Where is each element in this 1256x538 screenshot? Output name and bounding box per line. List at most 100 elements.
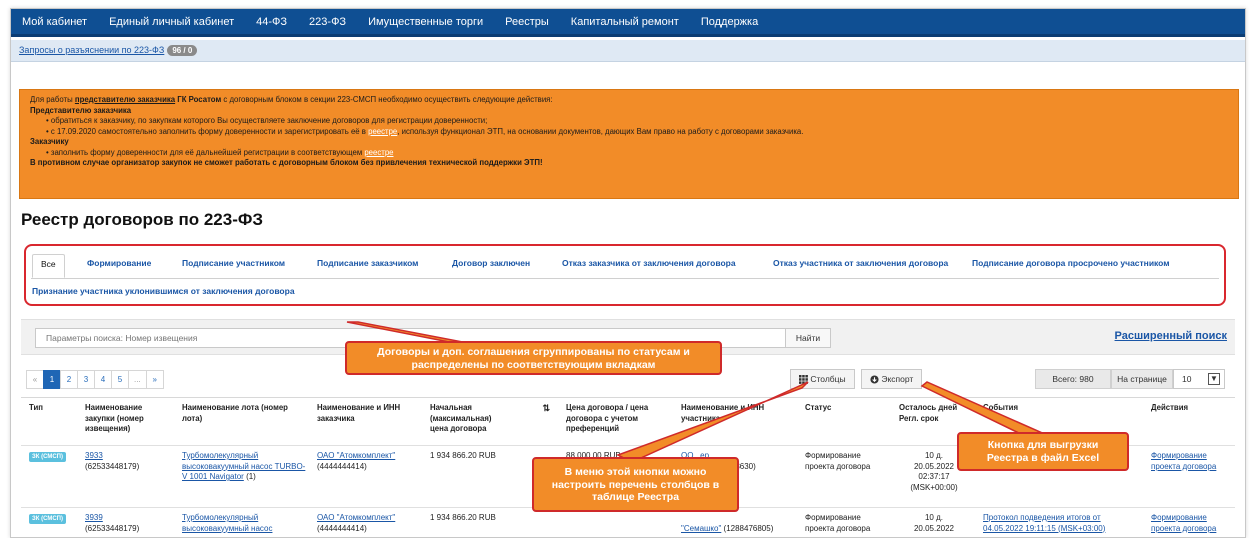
procurement-number: (62533448179) <box>85 461 140 471</box>
pager-ellipsis[interactable]: ... <box>128 370 147 389</box>
pager-page-1[interactable]: 1 <box>43 370 61 389</box>
procurement-link[interactable]: 3939 <box>85 513 103 522</box>
total-count: Всего: 980 <box>1035 369 1111 389</box>
col-type[interactable]: Тип <box>29 403 69 414</box>
customer-link[interactable]: ОАО "Атомкомплект" <box>317 451 395 460</box>
status-text: Формирование проекта договора <box>805 451 871 471</box>
col-start-price-label: Начальная (максимальная) цена договора <box>430 403 492 433</box>
registry-link-2[interactable]: реестре <box>364 148 393 157</box>
alert-representative-item-2: • с 17.09.2020 самостоятельно заполнить … <box>30 127 1228 138</box>
top-navbar: Мой кабинет Единый личный кабинет 44-ФЗ … <box>11 9 1245 37</box>
col-procurement[interactable]: Наименование закупки (номер извещения) <box>85 403 165 435</box>
tab-evasion[interactable]: Признание участника уклонившимся от закл… <box>32 286 295 296</box>
customer-cell: ОАО "Атомкомплект" (4444444414) <box>317 451 437 472</box>
event-link[interactable]: Протокол подведения итогов от 04.05.2022… <box>983 513 1105 533</box>
lot-link[interactable]: Турбомолекулярный высоковакуумный насос <box>182 513 272 533</box>
nav-44fz[interactable]: 44-ФЗ <box>245 9 298 34</box>
deadline-date: 20.05.2022 <box>913 461 955 471</box>
days-left-cell: 10 д. 20.05.2022 <box>899 513 969 534</box>
export-callout: Кнопка для выгрузки Реестра в файл Excel <box>957 432 1129 471</box>
tab-all[interactable]: Все <box>32 254 65 278</box>
col-actions[interactable]: Действия <box>1151 403 1231 414</box>
columns-button[interactable]: Столбцы <box>790 369 855 389</box>
tabs-callout: Договоры и доп. соглашения сгруппированы… <box>345 341 722 375</box>
grid-icon <box>799 374 808 385</box>
start-price: 1 934 866.20 RUB <box>430 513 496 522</box>
pager-next[interactable]: » <box>145 370 164 389</box>
pager-page-2[interactable]: 2 <box>60 370 78 389</box>
sub-strip: Запросы о разъяснении по 223-ФЗ 96 / 0 <box>11 40 1245 62</box>
alert-warning: В противном случае организатор закупок н… <box>30 158 543 167</box>
alert-intro-post: с договорным блоком в секции 223-СМСП не… <box>221 95 553 104</box>
customer-representative-link[interactable]: представителю заказчика <box>75 95 175 104</box>
type-badge: ЗК (СМСП) <box>29 514 66 524</box>
nav-property-auctions[interactable]: Имущественные торги <box>357 9 494 34</box>
customer-cell: ОАО "Атомкомплект" (4444444414) <box>317 513 437 534</box>
lot-cell: Турбомолекулярный высоковакуумный насос … <box>182 451 307 483</box>
procurement-link[interactable]: 3933 <box>85 451 103 460</box>
per-page-select[interactable]: 10 ▼ <box>1173 369 1225 389</box>
customer-link[interactable]: ОАО "Атомкомплект" <box>317 513 395 522</box>
page-title: Реестр договоров по 223-ФЗ <box>21 210 264 229</box>
pager-page-3[interactable]: 3 <box>77 370 95 389</box>
col-customer[interactable]: Наименование и ИНН заказчика <box>317 403 417 424</box>
tab-participant-refusal[interactable]: Отказ участника от заключения договора <box>773 258 948 268</box>
pagination: « 1 2 3 4 5 ... » <box>26 370 164 389</box>
pager-page-4[interactable]: 4 <box>94 370 112 389</box>
alert-rep-item2-post: , используя функционал ЭТП, на основании… <box>397 126 804 136</box>
tabs-divider <box>31 278 1219 279</box>
export-button[interactable]: Экспорт <box>861 369 923 389</box>
registry-link[interactable]: реестре <box>368 127 397 136</box>
sort-icon[interactable]: ⇅ <box>542 403 550 414</box>
nav-223fz[interactable]: 223-ФЗ <box>298 9 357 34</box>
status-tabs-highlight: Все Формирование Подписание участником П… <box>24 244 1226 306</box>
col-days-left[interactable]: Осталось дней Регл. срок <box>899 403 969 424</box>
tab-signing-customer[interactable]: Подписание заказчиком <box>317 258 418 268</box>
tab-contract-concluded[interactable]: Договор заключен <box>452 258 530 268</box>
alert-representative-heading: Представителю заказчика <box>30 105 132 115</box>
tab-signing-participant[interactable]: Подписание участником <box>182 258 285 268</box>
find-button[interactable]: Найти <box>785 328 831 348</box>
table-row[interactable]: ЗК (СМСП) 3939 (62533448179) Турбомолекул… <box>21 508 1235 537</box>
per-page-value: 10 <box>1182 374 1192 384</box>
type-badge: ЗК (СМСП) <box>29 452 66 462</box>
alert-rep-item2-pre: • с 17.09.2020 самостоятельно заполнить … <box>46 126 369 136</box>
nav-support[interactable]: Поддержка <box>690 9 769 34</box>
action-link[interactable]: Формирование проекта договора <box>1151 513 1216 533</box>
chevron-down-icon: ▼ <box>1208 373 1220 385</box>
action-link[interactable]: Формирование проекта договора <box>1151 451 1216 471</box>
export-label: Экспорт <box>881 374 914 384</box>
col-participant[interactable]: Наименование и ИНН участника <box>681 403 781 424</box>
lot-cell: Турбомолекулярный высоковакуумный насос <box>182 513 307 534</box>
deadline-time: 02:37:17 <box>918 472 950 481</box>
alert-cust-item1-pre: • заполнить форму доверенности для её да… <box>46 147 365 157</box>
clarification-requests-link[interactable]: Запросы о разъяснении по 223-ФЗ 96 / 0 <box>19 45 198 56</box>
pager-page-5[interactable]: 5 <box>111 370 129 389</box>
deadline-tz: (MSK+00:00) <box>910 482 958 492</box>
tab-signing-overdue[interactable]: Подписание договора просрочено участнико… <box>972 258 1170 268</box>
col-status[interactable]: Статус <box>805 403 885 414</box>
columns-callout: В меню этой кнопки можно настроить переч… <box>532 457 739 512</box>
procurement-cell: 3933 (62533448179) <box>85 451 175 472</box>
participant-link[interactable]: "Семашко" <box>681 524 721 533</box>
tab-formation[interactable]: Формирование <box>87 258 151 268</box>
tab-customer-refusal[interactable]: Отказ заказчика от заключения договора <box>562 258 736 268</box>
pager-prev[interactable]: « <box>26 370 44 389</box>
days-left: 10 д. <box>924 513 943 522</box>
lot-link[interactable]: Турбомолекулярный высоковакуумный насос … <box>182 451 305 481</box>
advanced-search-link[interactable]: Расширенный поиск <box>1115 330 1227 342</box>
col-events[interactable]: События <box>983 403 1103 414</box>
nav-my-cabinet[interactable]: Мой кабинет <box>11 9 98 34</box>
nav-unified-cabinet[interactable]: Единый личный кабинет <box>98 9 245 34</box>
alert-intro: Для работы представителю заказчика ГК Ро… <box>30 95 1228 106</box>
lot-number: (1) <box>246 472 256 481</box>
nav-capital-repair[interactable]: Капитальный ремонт <box>560 9 690 34</box>
alert-customer-item-1: • заполнить форму доверенности для её да… <box>30 148 1228 159</box>
col-lot[interactable]: Наименование лота (номер лота) <box>182 403 302 424</box>
start-price: 1 934 866.20 RUB <box>430 451 496 460</box>
col-start-price[interactable]: Начальная (максимальная) цена договора ⇅ <box>430 403 550 435</box>
rosatom-alert: Для работы представителю заказчика ГК Ро… <box>19 89 1239 199</box>
nav-registries[interactable]: Реестры <box>494 9 560 34</box>
col-contract-price[interactable]: Цена договора / цена договора с учетом п… <box>566 403 666 435</box>
alert-rosatom: ГК Росатом <box>175 95 222 104</box>
